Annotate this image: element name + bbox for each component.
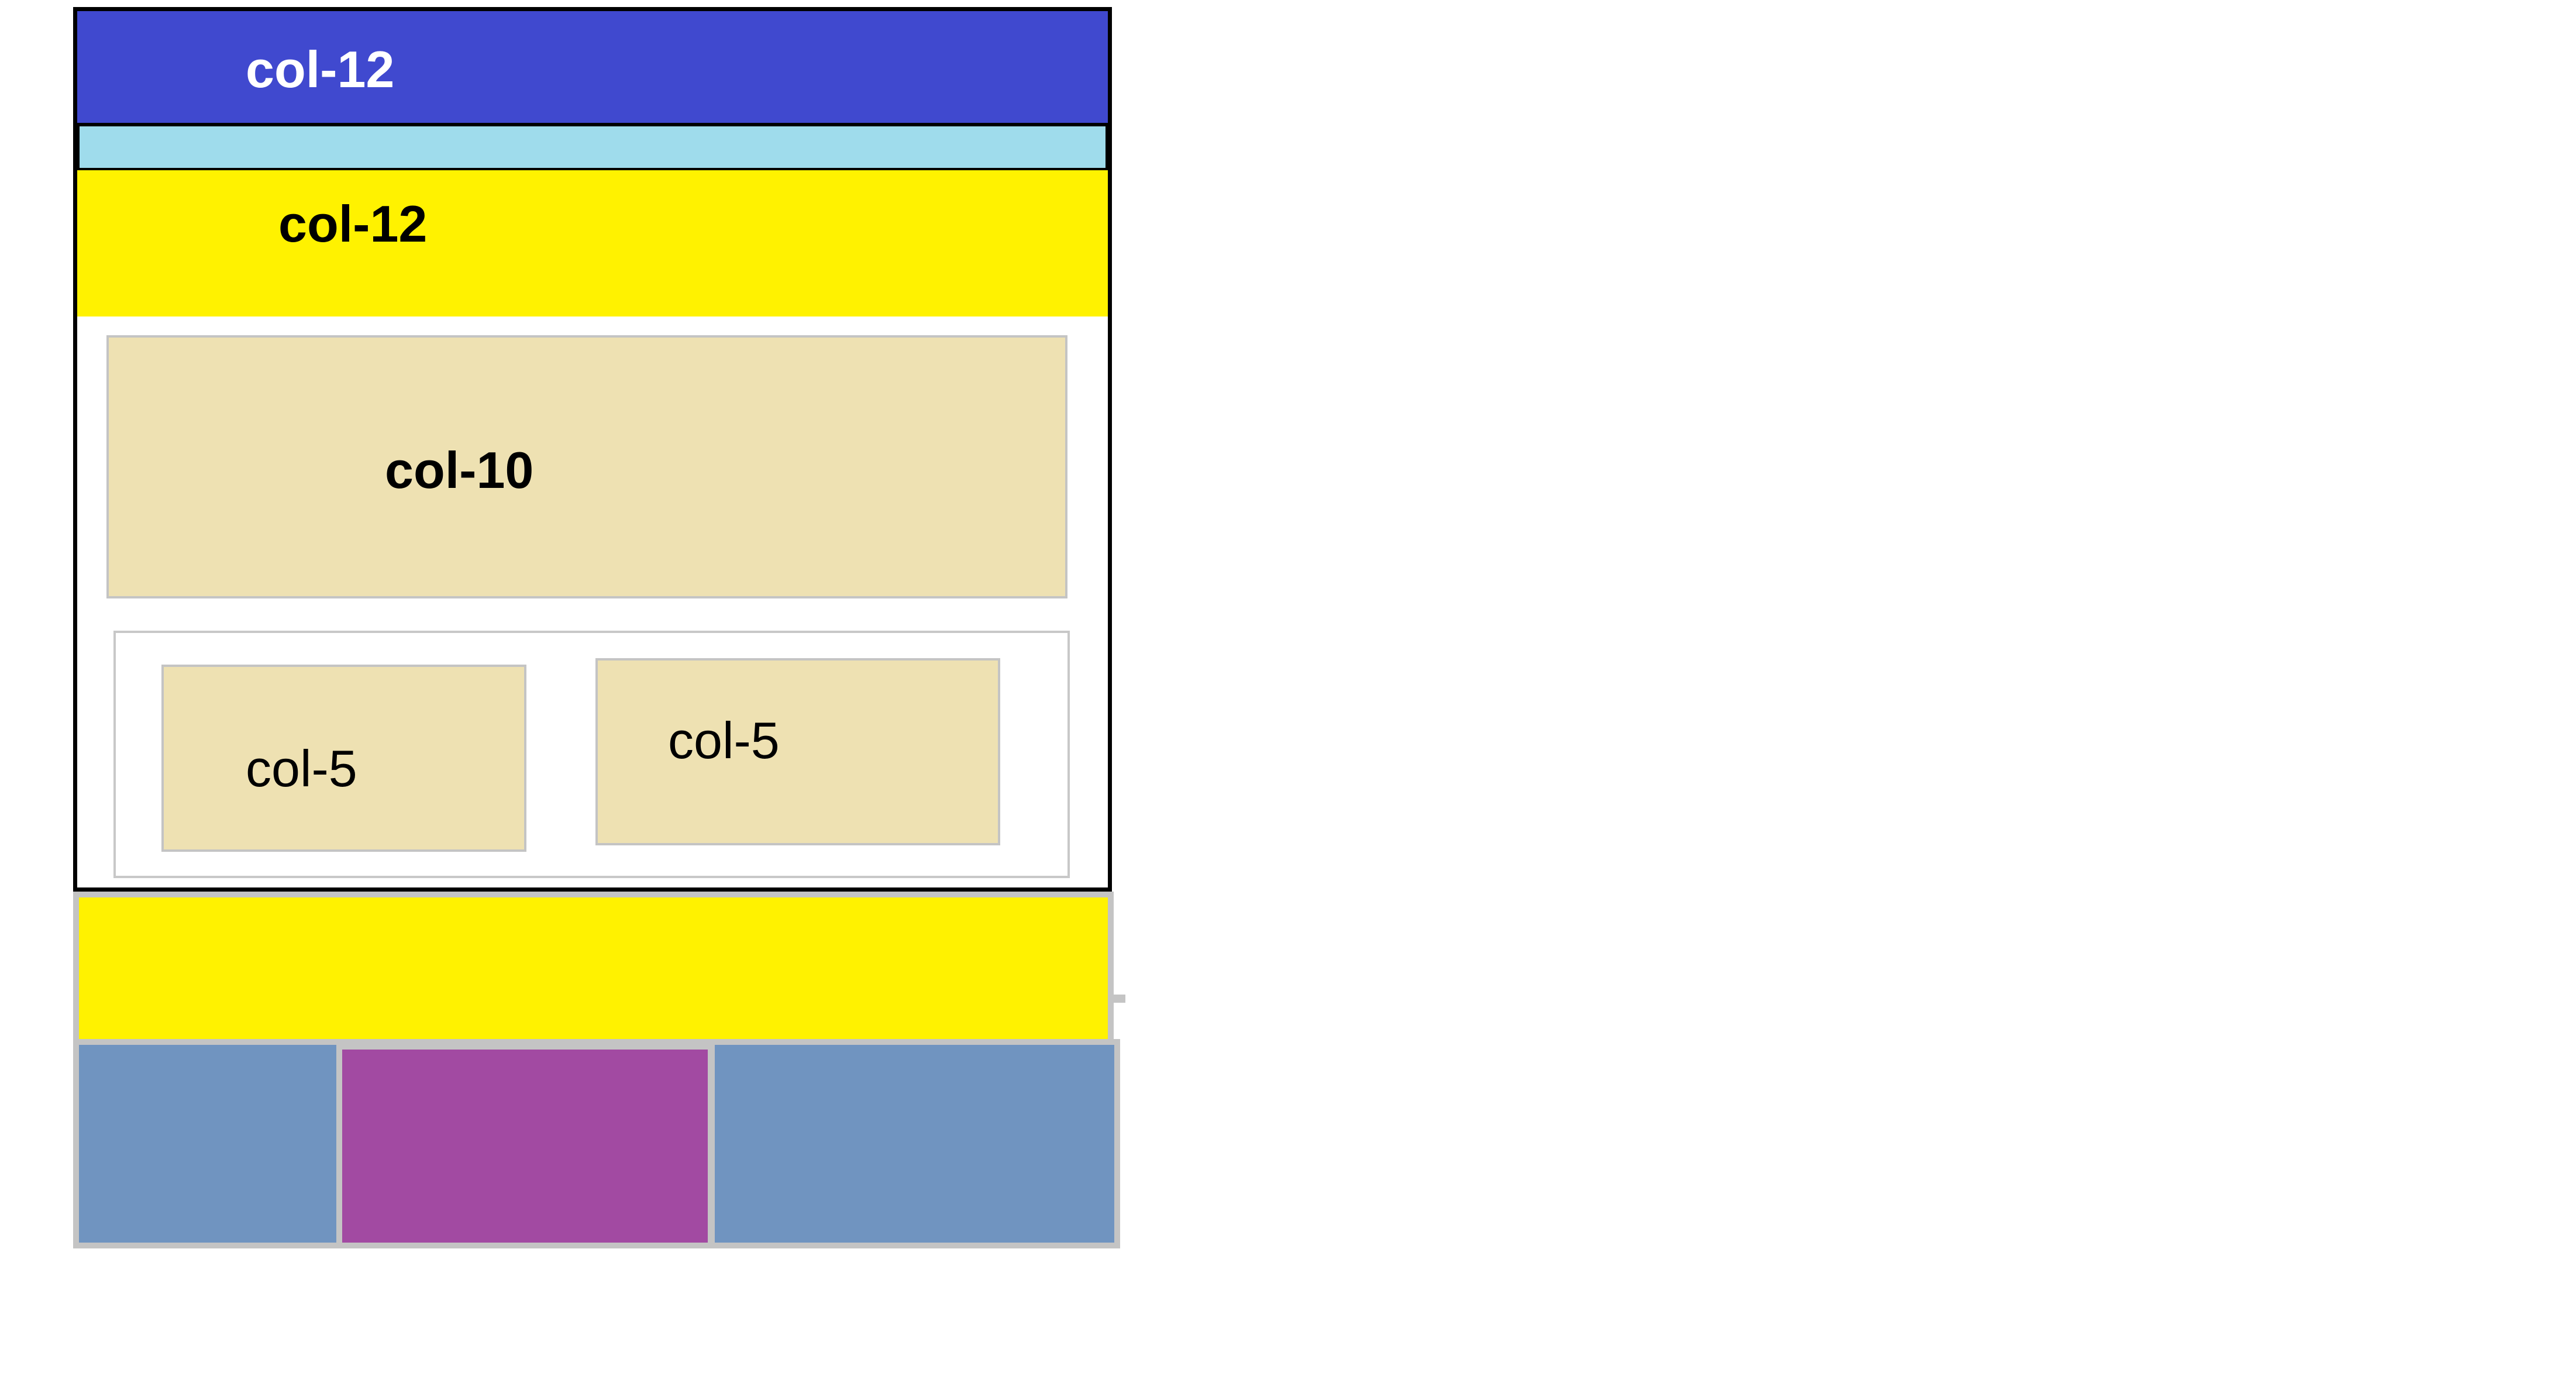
col-10-label: col-10 <box>385 441 534 499</box>
col-5-left-label: col-5 <box>246 739 357 797</box>
footer-yellow-block <box>73 892 1114 1045</box>
yellow-col-12-block: col-12 <box>77 170 1108 316</box>
bottom-cell-right <box>715 1045 1114 1243</box>
cyan-strip-block <box>77 126 1108 170</box>
header-col-12-block: col-12 <box>77 11 1108 126</box>
col-5-left-block: col-5 <box>161 665 526 852</box>
yellow-col-12-label: col-12 <box>278 195 428 253</box>
grey-tick-mark <box>1114 995 1125 1003</box>
header-col-12-label: col-12 <box>246 40 395 98</box>
bottom-cell-middle <box>342 1050 708 1243</box>
bottom-cell-left <box>79 1045 336 1243</box>
col-5-right-label: col-5 <box>668 711 780 769</box>
col-10-block: col-10 <box>106 335 1067 598</box>
col-5-right-block: col-5 <box>595 658 1000 845</box>
